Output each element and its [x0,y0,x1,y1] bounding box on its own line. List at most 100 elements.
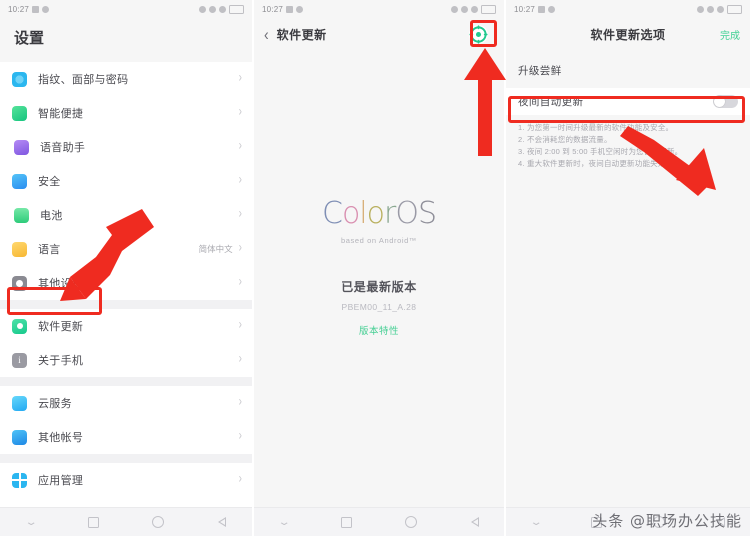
alarm-icon [286,6,294,13]
logo-letter: o [366,196,385,231]
chevron-right-icon: › [238,172,242,188]
logo-letter: o [341,196,360,231]
note-line: 4. 重大软件更新时，夜间自动更新功能失效。 [518,159,674,168]
chevron-right-icon: › [238,428,242,444]
fingerprint-icon [12,71,27,87]
option-label: 夜间自动更新 [518,96,584,108]
dnd-icon [219,6,226,13]
based-on-android-text: based on Android™ [340,236,418,245]
page-title: 软件更新 [276,27,327,42]
done-button[interactable]: 完成 [720,27,740,42]
status-bar: 10:27 [0,0,252,19]
battery-icon [727,5,742,14]
sidebar-item-label: 其他设置 [38,278,84,290]
bluetooth-icon [707,6,714,13]
section-header: 升级尝鲜 [506,49,750,88]
page-title: 设置 [0,19,252,62]
sidebar-item-battery[interactable]: 电池 › [0,198,252,232]
status-bar-left: 10:27 [8,5,50,14]
back-triangle-icon[interactable] [217,517,227,527]
sidebar-item-label: 其他帐号 [38,432,84,444]
status-bar: 10:27 [506,0,750,19]
sidebar-item-software-update[interactable]: 软件更新 › [0,309,252,343]
note-line: 1. 为您第一时间升级最新的软件功能及安全。 [518,123,674,132]
status-bar-right [697,5,742,14]
sidebar-item-fingerprint[interactable]: 指纹、面部与密码 › [0,62,252,96]
alarm-icon [32,6,40,13]
chevron-right-icon: › [238,274,242,290]
back-chevron-icon[interactable]: ‹ [264,26,269,43]
signal-icon [42,6,50,13]
chevron-right-icon: › [238,351,242,367]
hide-keyboard-icon[interactable]: ⌄ [529,517,542,528]
list-divider [0,300,252,309]
sidebar-item-label: 语言 [38,244,61,256]
settings-group-3: 云服务 › 其他帐号 › [0,386,252,454]
chevron-right-icon: › [238,317,242,333]
hide-keyboard-icon[interactable]: ⌄ [24,517,37,528]
settings-group-2: 软件更新 › 关于手机 › [0,309,252,377]
version-features-link[interactable]: 版本特性 [254,323,504,337]
home-circle-icon[interactable] [152,516,165,528]
chevron-right-icon: › [238,70,242,86]
wifi-icon [697,6,704,13]
chevron-right-icon: › [238,471,242,487]
cloud-icon [12,395,27,411]
recents-square-icon[interactable] [88,516,100,528]
night-auto-update-toggle[interactable] [713,95,738,108]
dnd-icon [471,6,478,13]
options-header: 软件更新选项 完成 [506,19,750,49]
bluetooth-icon [461,6,468,13]
note-line: 2. 不会消耗您的数据流量。 [518,135,612,144]
sidebar-item-label: 指纹、面部与密码 [38,74,129,86]
wifi-icon [199,6,206,13]
toggle-knob [714,96,725,107]
status-bar-left: 10:27 [514,5,556,14]
nav-bar: ⌄ [0,507,252,536]
option-notes: 1. 为您第一时间升级最新的软件功能及安全。 2. 不会消耗您的数据流量。 3.… [506,115,750,170]
chevron-right-icon: › [238,240,242,256]
night-auto-update-row[interactable]: 夜间自动更新 [506,88,750,115]
sidebar-item-smart-convenience[interactable]: 智能便捷 › [0,96,252,130]
sidebar-item-other-account[interactable]: 其他帐号 › [0,420,252,454]
status-time: 10:27 [262,5,284,14]
bluetooth-icon [209,6,216,13]
note-line: 3. 夜间 2:00 到 5:00 手机空闲时为您自动更新。 [518,147,683,156]
app-manager-icon [12,472,27,488]
gear-icon[interactable] [469,24,488,44]
status-bar-left: 10:27 [262,5,304,14]
logo-letter: C [321,196,343,231]
sidebar-item-cloud-service[interactable]: 云服务 › [0,386,252,420]
sidebar-item-other-settings[interactable]: 其他设置 › [0,266,252,300]
sidebar-item-label: 电池 [40,210,63,222]
panel-update-options: 10:27 软件更新选项 完成 升级尝鲜 夜间自动更新 1. 为您第一时间升级最 [506,0,750,536]
sidebar-item-about-phone[interactable]: 关于手机 › [0,343,252,377]
chevron-right-icon: › [238,104,242,120]
sidebar-item-label: 语音助手 [40,142,86,154]
sidebar-item-app-manager[interactable]: 应用管理 › [0,463,252,497]
sidebar-item-label: 安全 [38,176,61,188]
build-number: PBEM00_11_A.28 [341,302,417,312]
status-bar: 10:27 [254,0,504,19]
recents-square-icon[interactable] [341,516,353,528]
sidebar-item-voice-assistant[interactable]: 语音助手 › [0,130,252,164]
home-circle-icon[interactable] [404,516,417,528]
security-shield-icon [12,173,27,189]
logo-letter: l [359,196,367,231]
panel-settings: 10:27 设置 指纹、面部与密码 › 智能便捷 › 语音助手 › 安全 › 电… [0,0,254,536]
battery-icon [229,5,244,14]
list-divider [0,454,252,463]
coloros-branding: ColorOS based on Android™ 已是最新版本 PBEM00_… [254,196,504,338]
panel-software-update: 10:27 ‹ 软件更新 ColorOS based on Android™ 已… [254,0,506,536]
battery-icon [14,207,29,223]
sidebar-item-language[interactable]: 语言 简体中文 › [0,232,252,266]
voice-assistant-icon [14,139,29,155]
sidebar-item-value: 简体中文 [198,244,233,254]
hide-keyboard-icon[interactable]: ⌄ [278,517,291,528]
screenshot-stage: 10:27 设置 指纹、面部与密码 › 智能便捷 › 语音助手 › 安全 › 电… [0,0,750,536]
language-icon [12,241,27,257]
logo-letter: S [417,196,437,231]
back-triangle-icon[interactable] [470,517,479,527]
sidebar-item-label: 智能便捷 [38,108,84,120]
sidebar-item-security[interactable]: 安全 › [0,164,252,198]
